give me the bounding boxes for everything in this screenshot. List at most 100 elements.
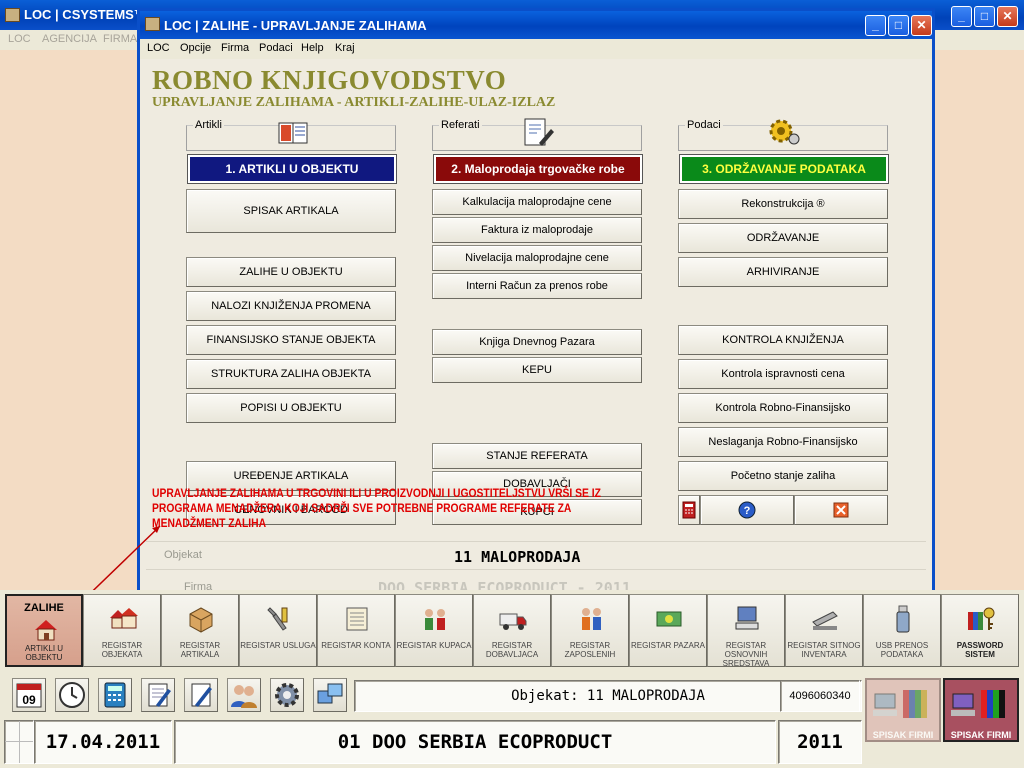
toolbar-zalihe-label: ARTIKLI U OBJEKTU <box>24 644 64 662</box>
gear-icon <box>769 119 800 145</box>
interni-racun-button[interactable]: Interni Račun za prenos robe <box>432 273 642 299</box>
calculator-tool-button[interactable] <box>98 678 132 712</box>
key-books-icon <box>968 607 995 630</box>
money-icon <box>656 611 682 627</box>
toolbar-registar-usluga[interactable]: REGISTAR USLUGA <box>239 594 317 667</box>
outer-window-title: LOC | CSYSTEMS™ <box>24 7 147 22</box>
houses-icon <box>110 608 138 629</box>
objekat-value: 11 MALOPRODAJA <box>454 548 581 566</box>
settings-button[interactable] <box>270 678 304 712</box>
neslaganja-button[interactable]: Neslaganja Robno-Finansijsko <box>678 427 888 457</box>
calculator-icon <box>682 501 696 519</box>
toolbar-registar-pazara[interactable]: REGISTAR PAZARA <box>629 594 707 667</box>
toolbar-registar-sitnog-inventara[interactable]: REGISTAR SITNOG INVENTARA <box>785 594 863 667</box>
odrzavanje-button[interactable]: ODRŽAVANJE <box>678 223 888 253</box>
toolbar-label: USB PRENOS PODATAKA <box>875 641 929 659</box>
toolbar-label: REGISTAR ARTIKALA <box>179 641 221 659</box>
menu-firma[interactable]: Firma <box>221 42 249 54</box>
gear-icon <box>275 683 299 707</box>
dialog-close-button[interactable]: ✕ <box>911 15 932 36</box>
kontrola-robno-finansijsko-button[interactable]: Kontrola Robno-Finansijsko <box>678 393 888 423</box>
windows-button[interactable] <box>313 678 347 712</box>
toolbar-registar-osnovnih-sredstava[interactable]: REGISTAR OSNOVNIH SREDSTAVA <box>707 594 785 668</box>
outer-maximize-button[interactable]: □ <box>974 6 995 27</box>
toolbar-registar-objekata[interactable]: REGISTAR OBJEKATA <box>83 594 161 667</box>
menu-opcije[interactable]: Opcije <box>180 42 211 54</box>
menu-help[interactable]: Help <box>301 42 324 54</box>
dialog-body: ROBNO KNJIGOVODSTVO UPRAVLJANJE ZALIHAMA… <box>71 59 932 612</box>
dialog-title: LOC | ZALIHE - UPRAVLJANJE ZALIHAMA <box>164 18 427 33</box>
zalihe-dialog: LOC | ZALIHE - UPRAVLJANJE ZALIHAMA _ □ … <box>71 8 935 612</box>
rekonstrukcija-button[interactable]: Rekonstrukcija ® <box>678 189 888 219</box>
maloprodaja-header-button[interactable]: 2. Maloprodaja trgovačke robe <box>433 154 643 184</box>
faktura-button[interactable]: Faktura iz maloprodaje <box>432 217 642 243</box>
users-button[interactable] <box>227 678 261 712</box>
nalozi-knjizenja-button[interactable]: NALOZI KNJIŽENJA PROMENA <box>186 291 396 321</box>
divider <box>146 569 926 570</box>
toolbar-usb-prenos[interactable]: USB PRENOS PODATAKA <box>863 594 941 667</box>
notepad-icon <box>148 683 171 707</box>
toolbar-registar-kupaca[interactable]: REGISTAR KUPACA <box>395 594 473 667</box>
group-podaci: Podaci <box>678 119 888 151</box>
toolbar-label: REGISTAR OBJEKATA <box>101 641 143 659</box>
dialog-maximize-button[interactable]: □ <box>888 15 909 36</box>
book-icon <box>278 122 308 144</box>
calendar-button[interactable]: 09 <box>12 678 46 712</box>
zalihe-u-objektu-button[interactable]: ZALIHE U OBJEKTU <box>186 257 396 287</box>
ledger-icon <box>346 607 368 631</box>
clock-button[interactable] <box>55 678 89 712</box>
toolbar-label: REGISTAR KONTA <box>321 641 391 650</box>
toolbar-registar-artikala[interactable]: REGISTAR ARTIKALA <box>161 594 239 667</box>
menu-loc[interactable]: LOC <box>147 42 170 54</box>
spisak-artikala-button[interactable]: SPISAK ARTIKALA <box>186 189 396 233</box>
close-icon <box>833 502 849 518</box>
pocetno-stanje-button[interactable]: Početno stanje zaliha <box>678 461 888 491</box>
exit-button[interactable] <box>794 495 888 525</box>
kepu-button[interactable]: KEPU <box>432 357 642 383</box>
kalkulacija-button[interactable]: Kalkulacija maloprodajne cene <box>432 189 642 215</box>
outer-menu-loc[interactable]: LOC <box>8 33 31 45</box>
struktura-zaliha-button[interactable]: STRUKTURA ZALIHA OBJEKTA <box>186 359 396 389</box>
dialog-title-bar: LOC | ZALIHE - UPRAVLJANJE ZALIHAMA _ □ … <box>140 11 932 39</box>
knjiga-dnevnog-pazara-button[interactable]: Knjiga Dnevnog Pazara <box>432 329 642 355</box>
notes-button[interactable] <box>141 678 175 712</box>
finansijsko-stanje-button[interactable]: FINANSIJSKO STANJE OBJEKTA <box>186 325 396 355</box>
spisak-firmi-button-2[interactable]: SPISAK FIRMI <box>943 678 1019 742</box>
toolbar-label: REGISTAR OSNOVNIH SREDSTAVA <box>722 641 770 668</box>
odrzavanje-header-button[interactable]: 3. ODRŽAVANJE PODATAKA <box>679 154 889 184</box>
truck-icon <box>499 613 527 630</box>
users-icon <box>231 685 257 708</box>
stanje-referata-button[interactable]: STANJE REFERATA <box>432 443 642 469</box>
outer-close-button[interactable]: ✕ <box>997 6 1018 27</box>
status-area: 09 Objekat: 11 MALOPRODAJA 4096060340 17… <box>0 674 1024 768</box>
kontrola-knjizenja-button[interactable]: KONTROLA KNJIŽENJA <box>678 325 888 355</box>
nivelacija-button[interactable]: Nivelacija maloprodajne cene <box>432 245 642 271</box>
toolbar-label: REGISTAR KUPACA <box>396 641 472 650</box>
help-icon: ? <box>738 501 756 519</box>
toolbar-label: REGISTAR SITNOG INVENTARA <box>787 641 861 659</box>
toolbar-registar-dobavljaca[interactable]: REGISTAR DOBAVLJACA <box>473 594 551 667</box>
spisak-firmi-button-1[interactable]: SPISAK FIRMI <box>865 678 941 742</box>
toolbar-registar-zaposlenih[interactable]: REGISTAR ZAPOSLENIH <box>551 594 629 667</box>
pen-icon <box>191 683 212 707</box>
toolbar-registar-konta[interactable]: REGISTAR KONTA <box>317 594 395 667</box>
popisi-button[interactable]: POPISI U OBJEKTU <box>186 393 396 423</box>
calculator-icon <box>104 682 126 708</box>
edit-button[interactable] <box>184 678 218 712</box>
outer-minimize-button[interactable]: _ <box>951 6 972 27</box>
help-button[interactable]: ? <box>700 495 794 525</box>
menu-podaci[interactable]: Podaci <box>259 42 293 54</box>
info-annotation: UPRAVLJANJE ZALIHAMA U TRGOVINI ILI U PR… <box>152 486 601 530</box>
calculator-button[interactable] <box>678 495 700 525</box>
arhiviranje-button[interactable]: ARHIVIRANJE <box>678 257 888 287</box>
artikli-u-objektu-header-button[interactable]: 1. ARTIKLI U OBJEKTU <box>187 154 397 184</box>
outer-menu-agencija[interactable]: AGENCIJA <box>42 33 97 45</box>
outer-menu-firma[interactable]: FIRMA <box>103 33 137 45</box>
dialog-minimize-button[interactable]: _ <box>865 15 886 36</box>
menu-kraj[interactable]: Kraj <box>335 42 355 54</box>
kontrola-ispravnosti-cena-button[interactable]: Kontrola ispravnosti cena <box>678 359 888 389</box>
toolbar-zalihe-button[interactable]: ZALIHE ARTIKLI U OBJEKTU <box>5 594 83 667</box>
house-icon <box>35 620 57 641</box>
toolbar-password-sistem[interactable]: PASSWORD SISTEM <box>941 594 1019 667</box>
group-artikli: Artikli <box>186 119 396 151</box>
